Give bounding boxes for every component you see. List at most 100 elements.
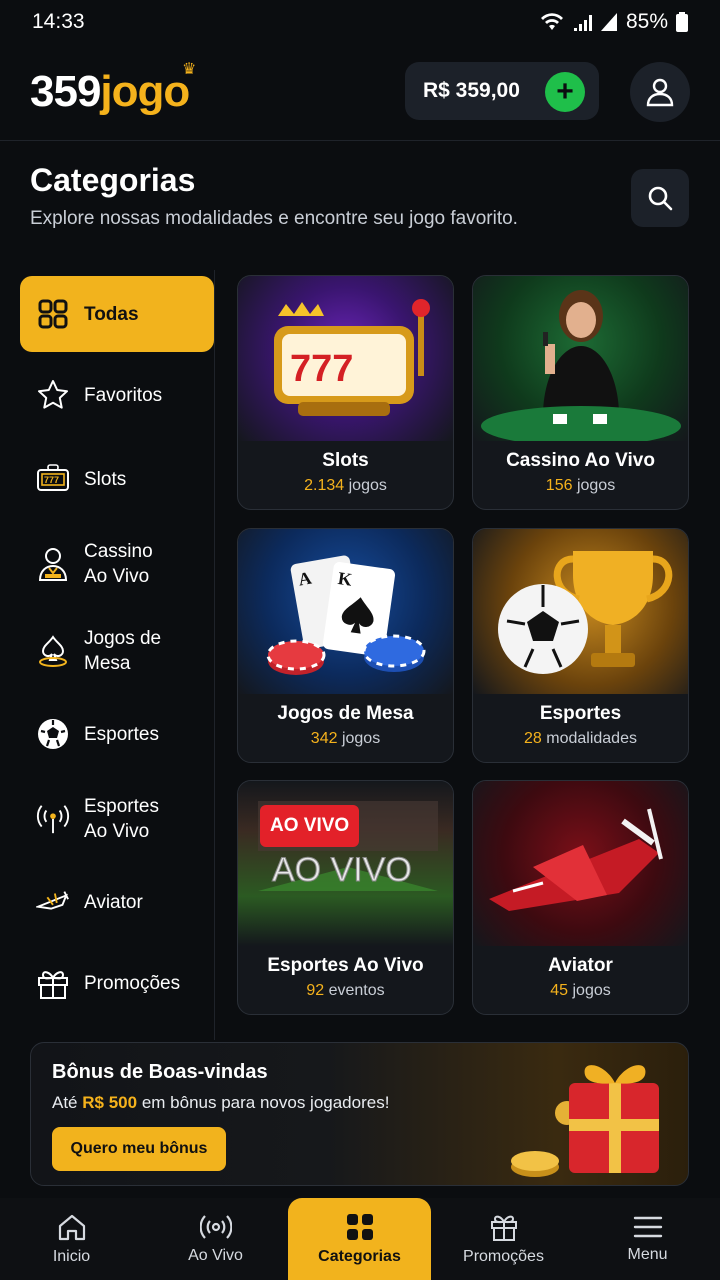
sidebar-item-label: Favoritos [84,384,163,406]
broadcast-icon [36,802,70,836]
grid-icon [346,1214,373,1240]
card-count-number: 28 [524,730,542,747]
category-card-aviator[interactable]: Aviator 45 jogos [472,780,689,1015]
welcome-bonus-banner[interactable]: Bônus de Boas-vindas Até R$ 500 em bônus… [30,1042,689,1186]
table-games-artwork: A K [238,529,453,694]
bonus-amount: R$ 500 [82,1093,138,1112]
soccer-ball-icon [36,717,70,751]
spade-chip-icon [36,634,70,668]
menu-icon [633,1216,662,1238]
sidebar-item-cassino-ao-vivo[interactable]: Cassino Ao Vivo [20,539,214,589]
card-count: 45 jogos [473,982,688,1000]
nav-promocoes[interactable]: Promoções [432,1198,575,1280]
plane-icon [36,885,70,919]
gift-icon [490,1215,517,1241]
sports-artwork [473,529,688,694]
card-name: Jogos de Mesa [277,703,414,724]
dealer-icon [36,547,70,581]
nav-inicio[interactable]: Inicio [0,1198,143,1280]
live-art-text: AO VIVO [272,851,412,889]
bonus-desc-suffix: em bônus para novos jogadores! [141,1093,390,1112]
sidebar-item-label: Cassino Ao Vivo [84,541,153,587]
gift-box-icon [511,1065,659,1177]
nav-label: Menu [627,1246,668,1263]
category-card-esportes-ao-vivo[interactable]: AO VIVO AO VIVO Esportes Ao Vivo 92 even… [237,780,454,1015]
battery-percent: 85% [625,10,668,33]
card-count: 28 modalidades [473,730,688,748]
sidebar-item-label: Slots [84,468,127,490]
sidebar-item-esportes[interactable]: Esportes [20,717,214,751]
card-name: Slots [322,450,369,471]
svg-text:777: 777 [44,475,59,485]
nav-categorias[interactable]: Categorias [288,1198,431,1280]
category-card-esportes[interactable]: Esportes 28 modalidades [472,528,689,763]
sidebar-item-slots[interactable]: 777 Slots [20,462,214,496]
card-count-number: 342 [310,730,338,747]
svg-text:777: 777 [290,348,353,390]
battery-icon [676,12,688,32]
card-name: Cassino Ao Vivo [506,450,655,471]
status-icons: 85% [540,10,688,34]
sidebar-item-todas[interactable]: Todas [20,276,214,352]
deposit-plus-icon[interactable]: + [545,72,585,112]
logo[interactable]: 359jogo ♛ [30,61,196,117]
card-count-unit: jogos [341,730,381,747]
nav-ao-vivo[interactable]: Ao Vivo [144,1198,287,1280]
nav-label: Ao Vivo [188,1247,243,1264]
nav-label: Inicio [52,1248,91,1265]
app-header: 359jogo ♛ R$ 359,00 + [0,44,720,141]
slot-machine-icon: 777 [36,462,70,496]
sidebar-item-label: Esportes [84,723,159,745]
logo-word: jogo [100,67,190,116]
live-sports-artwork: AO VIVO AO VIVO [238,781,453,946]
live-dealer-artwork [473,276,688,446]
claim-bonus-button[interactable]: Quero meu bônus [52,1127,226,1171]
card-name: Esportes [539,703,622,724]
bonus-title: Bônus de Boas-vindas [52,1061,268,1083]
star-icon [36,378,70,412]
svg-text:K: K [337,568,354,590]
logo-number: 359 [30,67,101,116]
category-card-slots[interactable]: 777 Slots 2.134 jogos [237,275,454,510]
category-card-jogos-de-mesa[interactable]: A K Jogos de Mesa 342 jogos [237,528,454,763]
card-count: 2.134 jogos [238,477,453,495]
bottom-navigation: Inicio Ao Vivo Categorias Promoções Menu [0,1198,720,1280]
card-count-unit: eventos [328,982,385,999]
sidebar-divider [214,270,215,1040]
sidebar-item-favoritos[interactable]: Favoritos [20,378,214,412]
grid-icon [36,297,70,331]
nav-menu[interactable]: Menu [576,1198,719,1280]
sidebar-item-promocoes[interactable]: Promoções [20,966,214,1000]
balance-button[interactable]: R$ 359,00 + [405,62,599,120]
home-icon [58,1214,85,1241]
wifi-icon [540,13,563,30]
search-icon [648,186,673,211]
live-badge: AO VIVO [260,805,360,847]
card-count-unit: jogos [576,477,616,494]
page-subtitle: Explore nossas modalidades e encontre se… [30,208,518,229]
status-bar: 14:33 85% [0,0,720,44]
gift-icon [36,966,70,1000]
nav-label: Promoções [463,1248,544,1265]
signal-2-icon [600,13,617,31]
search-button[interactable] [631,169,689,227]
slots-artwork: 777 [238,276,453,441]
status-time: 14:33 [32,10,85,33]
sidebar-item-label: Aviator [84,891,143,913]
sidebar-item-jogos-de-mesa[interactable]: Jogos de Mesa [20,626,214,676]
category-card-cassino-ao-vivo[interactable]: Cassino Ao Vivo 156 jogos [472,275,689,510]
bonus-description: Até R$ 500 em bônus para novos jogadores… [52,1093,389,1113]
balance-value: R$ 359,00 [423,79,520,102]
card-count: 156 jogos [473,477,688,495]
card-count-unit: jogos [348,477,387,494]
card-count-unit: jogos [572,982,611,999]
sidebar-item-label: Todas [84,303,139,325]
card-count-number: 2.134 [304,477,345,494]
user-profile-button[interactable] [630,62,690,122]
card-name: Esportes Ao Vivo [267,955,424,976]
sidebar-item-aviator[interactable]: Aviator [20,885,214,919]
broadcast-icon [199,1215,232,1239]
card-count-number: 156 [545,477,573,494]
sidebar-item-esportes-ao-vivo[interactable]: Esportes Ao Vivo [20,794,214,844]
sidebar-item-label: Promoções [84,972,181,994]
